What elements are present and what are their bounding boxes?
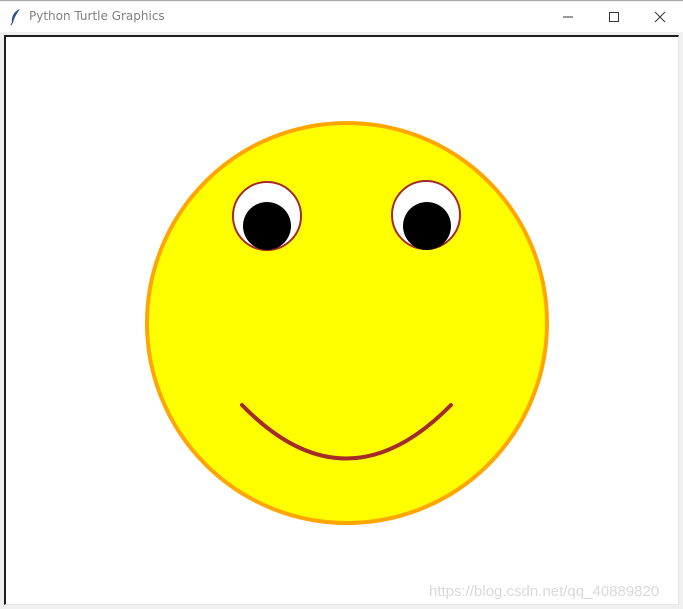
turtle-canvas[interactable] [4,35,679,605]
minimize-button[interactable] [545,2,591,32]
turtle-window: Python Turtle Graphics https://blog.csdn… [0,0,683,609]
face-circle [145,121,549,525]
right-pupil [403,202,451,250]
close-icon [654,11,666,23]
maximize-button[interactable] [591,2,637,32]
left-pupil [243,202,291,250]
minimize-icon [563,16,573,18]
window-title: Python Turtle Graphics [29,9,165,23]
close-button[interactable] [637,2,683,32]
title-bar[interactable]: Python Turtle Graphics [0,2,683,32]
feather-icon [8,8,24,26]
smiley-drawing [145,121,549,525]
maximize-icon [609,12,619,22]
watermark-text: https://blog.csdn.net/qq_40889820 [429,583,660,600]
